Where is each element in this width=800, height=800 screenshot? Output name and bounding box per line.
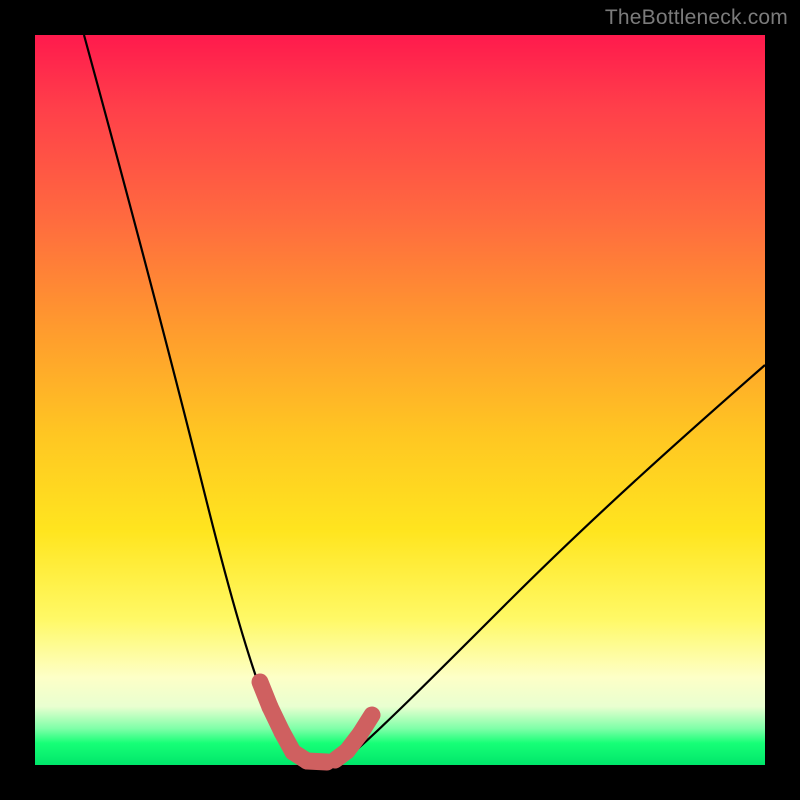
- plot-area: [35, 35, 765, 765]
- curve-right: [347, 365, 765, 758]
- bottleneck-curve: [35, 35, 765, 765]
- chart-frame: TheBottleneck.com: [0, 0, 800, 800]
- curve-left: [84, 35, 297, 761]
- watermark-text: TheBottleneck.com: [605, 6, 788, 30]
- valley-marker: [260, 682, 372, 762]
